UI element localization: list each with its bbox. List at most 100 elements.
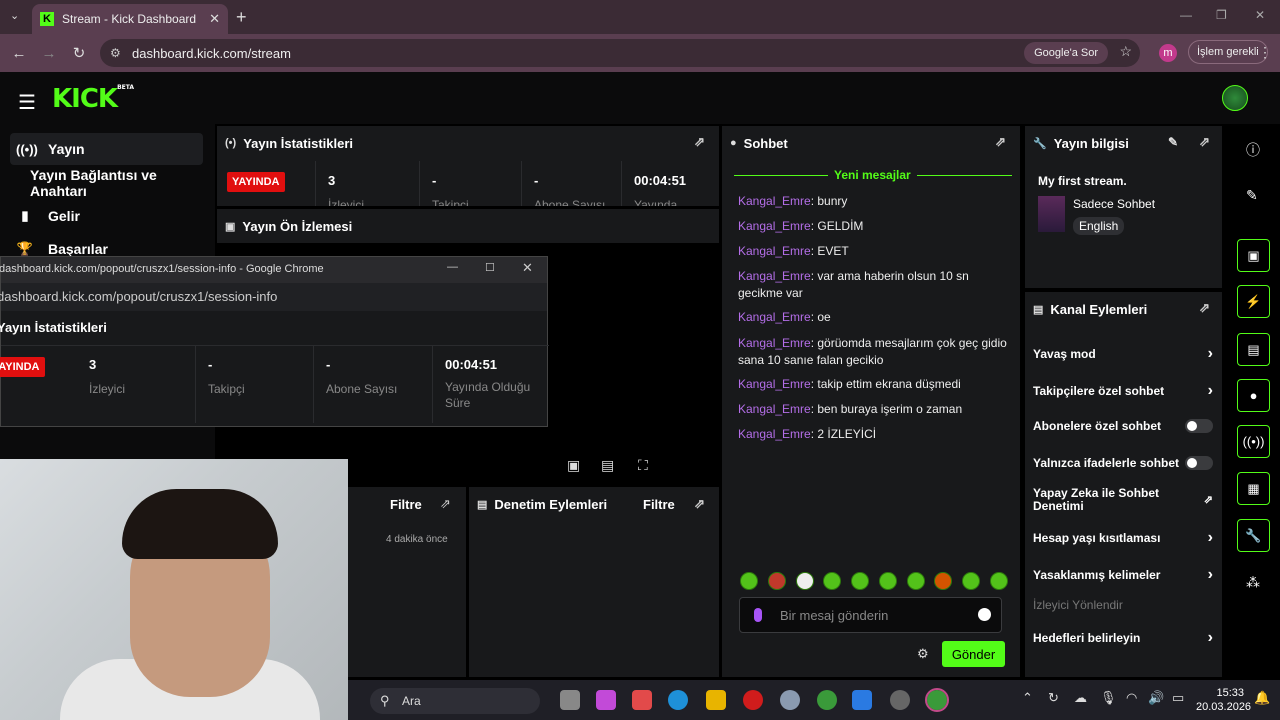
emote-icon[interactable] bbox=[795, 572, 814, 590]
copilot-icon[interactable] bbox=[596, 690, 616, 710]
kick-logo[interactable]: KICKBETA bbox=[52, 84, 134, 114]
app-icon[interactable] bbox=[890, 690, 910, 710]
microphone-icon[interactable] bbox=[754, 608, 762, 622]
user-avatar[interactable] bbox=[1222, 85, 1248, 111]
emote-icon[interactable] bbox=[934, 572, 953, 590]
file-explorer-icon[interactable] bbox=[706, 690, 726, 710]
popout-icon[interactable]: ⇗ bbox=[694, 496, 705, 512]
emote-icon[interactable] bbox=[962, 572, 981, 590]
banned-words-action[interactable]: Yasaklanmış kelimeler › bbox=[1033, 566, 1213, 584]
tray-arrow-icon[interactable]: ⌃ bbox=[1022, 690, 1033, 706]
notification-bell-icon[interactable]: 🔔 bbox=[1254, 690, 1270, 706]
slow-mode-action[interactable]: Yavaş mod › bbox=[1033, 345, 1213, 363]
rail-tools-button[interactable]: 🔧 bbox=[1237, 519, 1270, 552]
rail-preview-button[interactable]: ▣ bbox=[1237, 239, 1270, 272]
send-button[interactable]: Gönder bbox=[942, 641, 1005, 667]
cloud-icon[interactable]: ☁ bbox=[1074, 690, 1087, 706]
close-tab-icon[interactable]: ✕ bbox=[209, 11, 220, 27]
rail-layout-button[interactable]: ▦ bbox=[1237, 472, 1270, 505]
ai-moderation-action[interactable]: Yapay Zeka ile Sohbet Denetimi ⇗ bbox=[1033, 487, 1213, 513]
taskbar-search[interactable]: ⚲ Ara bbox=[370, 688, 540, 714]
rail-notes-button[interactable]: ▤ bbox=[1237, 333, 1270, 366]
volume-icon[interactable]: 🔊 bbox=[1148, 690, 1164, 706]
rail-broadcast-button[interactable]: ((•)) bbox=[1237, 425, 1270, 458]
pip-icon[interactable]: ▣ bbox=[567, 457, 580, 474]
security-icon[interactable] bbox=[852, 690, 872, 710]
sidebar-item-stream-key[interactable]: Yayın Bağlantısı ve Anahtarı bbox=[10, 167, 215, 199]
address-bar[interactable]: ⚙ dashboard.kick.com/stream Google'a Sor… bbox=[100, 39, 1140, 67]
set-goals-action[interactable]: Hedefleri belirleyin › bbox=[1033, 629, 1213, 647]
sync-icon[interactable]: ↻ bbox=[1048, 690, 1059, 706]
task-view-icon[interactable] bbox=[560, 690, 580, 710]
minimize-icon[interactable]: — bbox=[1180, 8, 1192, 22]
close-window-icon[interactable]: ✕ bbox=[522, 260, 533, 276]
tab-search-icon[interactable]: ⌄ bbox=[10, 9, 19, 22]
bookmark-star-icon[interactable]: ☆ bbox=[1119, 43, 1132, 60]
store-icon[interactable] bbox=[632, 690, 652, 710]
rail-quick-actions-button[interactable]: ⚡ bbox=[1237, 285, 1270, 318]
close-window-icon[interactable]: ✕ bbox=[1255, 8, 1265, 22]
new-tab-button[interactable]: + bbox=[236, 7, 247, 28]
sidebar-item-yayin[interactable]: ((•)) Yayın bbox=[10, 133, 203, 165]
info-icon[interactable]: ⓘ bbox=[1246, 140, 1260, 160]
fullscreen-icon[interactable]: ⛶ bbox=[638, 457, 648, 474]
forward-icon[interactable]: → bbox=[38, 45, 60, 62]
maximize-icon[interactable]: ❐ bbox=[1216, 8, 1227, 22]
ask-google-button[interactable]: Google'a Sor bbox=[1024, 42, 1108, 64]
followers-only-action[interactable]: Takipçilere özel sohbet › bbox=[1033, 382, 1213, 400]
emoji-picker-icon[interactable] bbox=[978, 608, 991, 621]
browser-menu-icon[interactable]: ⋮ bbox=[1258, 44, 1272, 61]
taskbar-clock[interactable]: 15:33 20.03.2026 bbox=[1196, 686, 1251, 714]
minimize-icon[interactable]: — bbox=[447, 261, 458, 273]
settings-icon[interactable] bbox=[780, 690, 800, 710]
edit-icon[interactable]: ✎ bbox=[1246, 187, 1258, 204]
moderation-filter-button[interactable]: Filtre bbox=[643, 497, 675, 512]
connections-icon[interactable]: ⁂ bbox=[1246, 574, 1260, 591]
wifi-icon[interactable]: ◠ bbox=[1126, 690, 1137, 706]
popout-icon[interactable]: ⇗ bbox=[440, 496, 451, 512]
reload-icon[interactable]: ↻ bbox=[68, 44, 90, 62]
profile-avatar[interactable]: m bbox=[1159, 44, 1177, 62]
emote-only-toggle[interactable] bbox=[1185, 456, 1213, 470]
stream-info-header: 🔧 Yayın bilgisi ✎ ⇗ bbox=[1033, 134, 1210, 151]
emote-icon[interactable] bbox=[989, 572, 1008, 590]
category-name[interactable]: Sadece Sohbet bbox=[1073, 197, 1155, 211]
microphone-tray-icon[interactable]: 🎙 bbox=[1100, 690, 1117, 706]
emote-icon[interactable] bbox=[823, 572, 842, 590]
chrome-icon[interactable] bbox=[817, 690, 837, 710]
popout-address-bar[interactable]: dashboard.kick.com/popout/cruszx1/sessio… bbox=[0, 283, 547, 311]
battery-icon[interactable]: ▭ bbox=[1172, 690, 1184, 706]
sidebar-item-gelir[interactable]: ▮ Gelir bbox=[10, 200, 203, 232]
theater-mode-icon[interactable]: ▤ bbox=[601, 457, 614, 474]
maximize-icon[interactable]: ☐ bbox=[485, 261, 495, 274]
activity-filter-button[interactable]: Filtre bbox=[390, 497, 422, 512]
emote-icon[interactable] bbox=[878, 572, 897, 590]
moderation-panel: ▤ Denetim Eylemleri Filtre ⇗ bbox=[469, 487, 719, 677]
emote-icon[interactable] bbox=[906, 572, 925, 590]
opera-icon[interactable] bbox=[743, 690, 763, 710]
popout-icon[interactable]: ⇗ bbox=[995, 134, 1006, 150]
account-age-action[interactable]: Hesap yaşı kısıtlaması › bbox=[1033, 529, 1213, 547]
raid-action[interactable]: İzleyici Yönlendir bbox=[1033, 598, 1213, 612]
menu-icon[interactable]: ☰ bbox=[18, 90, 36, 115]
chat-message: Kangal_Emre: 2 İZLEYİCİ bbox=[738, 427, 877, 441]
chat-input[interactable]: Bir mesaj gönderin bbox=[739, 597, 1002, 633]
chrome-profile-icon[interactable] bbox=[925, 688, 949, 712]
subscribers-only-toggle[interactable] bbox=[1185, 419, 1213, 433]
edit-pencil-icon[interactable]: ✎ bbox=[1168, 135, 1178, 149]
chat-settings-icon[interactable]: ⚙ bbox=[917, 646, 929, 662]
action-required-button[interactable]: İşlem gerekli bbox=[1188, 40, 1268, 64]
rail-chat-button[interactable]: ● bbox=[1237, 379, 1270, 412]
back-icon[interactable]: ← bbox=[8, 45, 30, 62]
emote-icon[interactable] bbox=[851, 572, 870, 590]
subscribers-only-action: Abonelere özel sohbet bbox=[1033, 419, 1213, 433]
chevron-right-icon: › bbox=[1207, 382, 1213, 399]
popout-icon[interactable]: ⇗ bbox=[1199, 134, 1210, 150]
popout-icon[interactable]: ⇗ bbox=[1199, 300, 1210, 316]
site-info-icon[interactable]: ⚙ bbox=[110, 46, 121, 60]
emote-icon[interactable] bbox=[767, 572, 786, 590]
popout-icon[interactable]: ⇗ bbox=[694, 134, 705, 150]
edge-icon[interactable] bbox=[668, 690, 688, 710]
browser-tab[interactable]: K Stream - Kick Dashboard ✕ bbox=[32, 4, 228, 34]
emote-icon[interactable] bbox=[740, 572, 758, 590]
